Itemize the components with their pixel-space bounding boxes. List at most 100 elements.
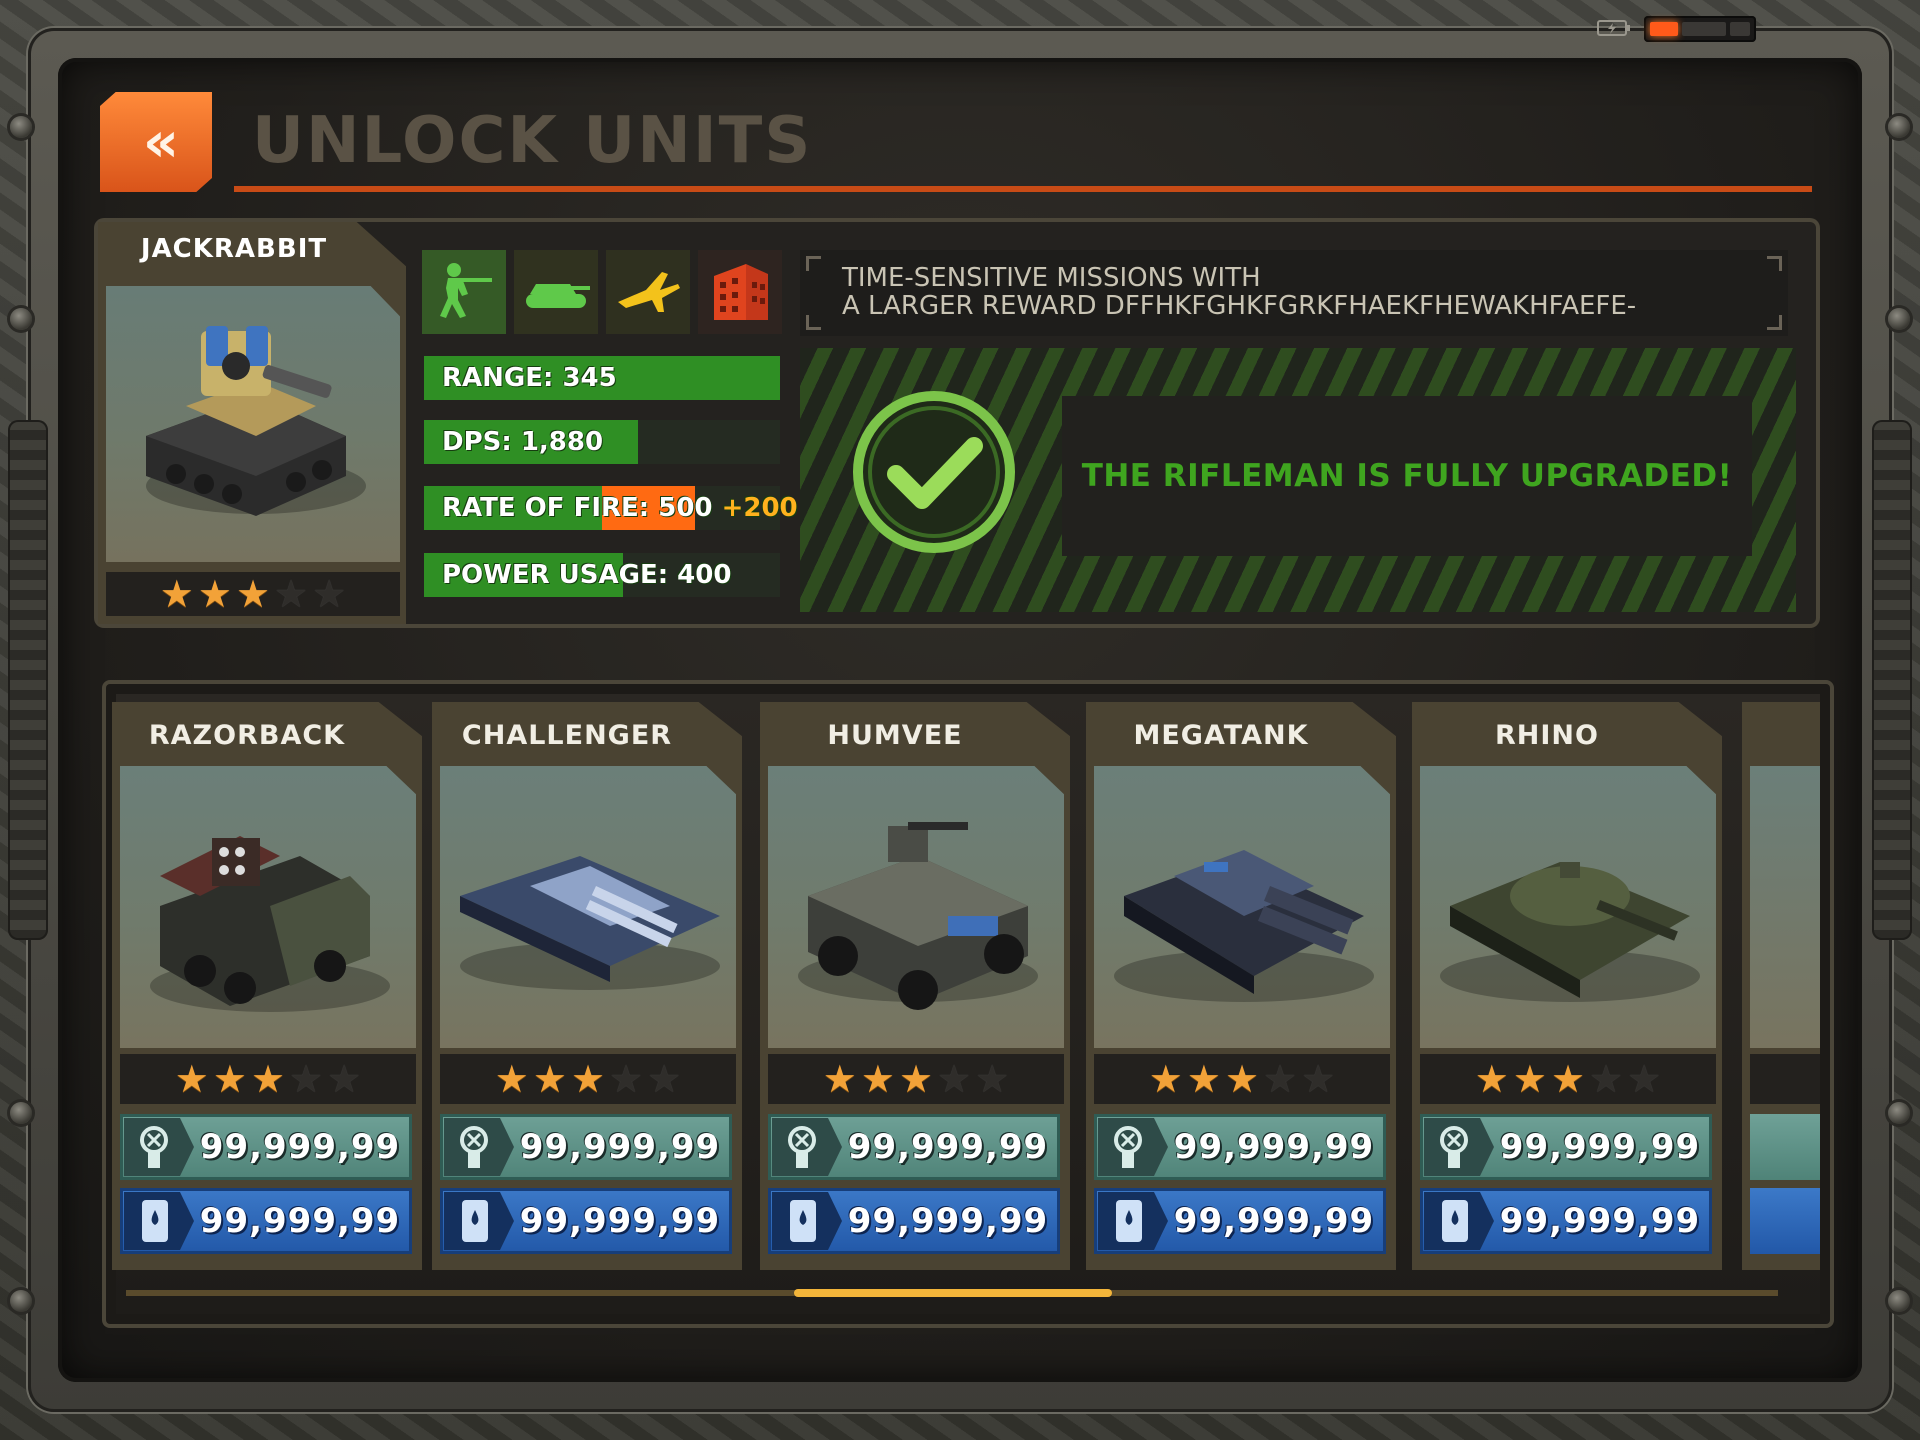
supply-cost-value: 99,999,99 [1173,1127,1375,1167]
supply-cost-value: 99,999,99 [199,1127,401,1167]
infantry-icon[interactable] [422,250,506,334]
unit-name: HUMVEE [827,720,963,751]
turret-vehicle-illustration [146,326,366,516]
star-empty-icon: ★ [1301,1057,1336,1101]
hover-tank-illustration [460,856,720,990]
supply-cost[interactable]: 99,999,99 [120,1114,412,1180]
left-grill [8,420,48,940]
battery-cell [1650,22,1678,36]
stat-label: DPS: 1,880 [442,427,604,457]
unit-description: TIME-SENSITIVE MISSIONS WITH A LARGER RE… [842,264,1636,320]
megatank-illustration [1114,850,1374,1002]
supply-cost[interactable]: 99,999,99 [440,1114,732,1180]
star-empty-icon: ★ [289,1057,324,1101]
supply-cost[interactable]: 99,999,99 [1420,1114,1712,1180]
supply-cost-value: 99,999,99 [847,1127,1049,1167]
plug-icon [1597,20,1630,36]
building-icon[interactable] [698,250,782,334]
back-button[interactable]: « [100,92,212,192]
tank-icon[interactable] [514,250,598,334]
unit-card-rhino[interactable]: RHINO ★ ★ ★ ★ ★ 99,999,99 99,999,99 [1412,702,1722,1270]
star-filled-icon: ★ [1474,1057,1509,1101]
oil-barrel-icon [1424,1192,1494,1250]
featured-star-rating: ★ ★ ★ ★ ★ [106,572,400,616]
scroll-thumb[interactable] [794,1289,1112,1297]
oil-barrel-icon [444,1192,514,1250]
stat-label: POWER USAGE: 400 [442,560,732,590]
star-empty-icon: ★ [937,1057,972,1101]
unit-star-rating: ★ ★ ★ ★ ★ [1094,1054,1390,1104]
stat-rate-of-fire: RATE OF FIRE: 500 +200 [424,486,798,530]
star-filled-icon: ★ [1224,1057,1260,1101]
bolt [1888,116,1910,138]
unit-card-challenger[interactable]: CHALLENGER ★ ★ ★ ★ ★ 99,999,99 99,999,99 [432,702,742,1270]
oil-cost[interactable]: 99,999,99 [1094,1188,1386,1254]
unit-image [120,766,416,1048]
star-filled-icon: ★ [212,1057,247,1101]
rhino-tank-illustration [1440,862,1700,1002]
unit-image [1750,766,1820,1048]
oil-cost [1750,1188,1820,1254]
wrench-bolt-icon [124,1118,194,1176]
stat-bonus: +200 [721,493,798,523]
unit-card-humvee[interactable]: HUMVEE ★ ★ ★ ★ ★ 99,999,99 99,999,99 [760,702,1070,1270]
oil-barrel-icon [124,1192,194,1250]
star-filled-icon: ★ [1148,1057,1183,1101]
unit-card-razorback[interactable]: RAZORBACK ★ ★ ★ ★ ★ 99,999,99 99,999,99 [112,702,422,1270]
description-line: A LARGER REWARD DFFHKFGHKFGRKFHAEKFHEWAK… [842,291,1637,321]
supply-cost-value: 99,999,99 [1499,1127,1701,1167]
unit-name: RAZORBACK [148,720,346,751]
oil-cost[interactable]: 99,999,99 [120,1188,412,1254]
description-line: TIME-SENSITIVE MISSIONS WITH [842,263,1261,293]
stat-label-text: RATE OF FIRE: 500 [442,493,713,523]
stat-dps: DPS: 1,880 [424,420,780,464]
oil-barrel-icon [772,1192,842,1250]
stat-range: RANGE: 345 [424,356,780,400]
star-filled-icon: ★ [235,572,271,616]
oil-cost[interactable]: 99,999,99 [440,1188,732,1254]
page-title: UNLOCK UNITS [252,104,813,178]
featured-unit-name: JACKRABBIT [140,234,328,264]
wrench-bolt-icon [772,1118,842,1176]
double-chevron-left-icon: « [142,109,179,175]
stat-power-usage: POWER USAGE: 400 [424,553,780,597]
star-filled-icon: ★ [898,1057,934,1101]
right-grill [1872,420,1912,940]
unit-star-rating: ★ ★ ★ ★ ★ [440,1054,736,1104]
star-empty-icon: ★ [1263,1057,1298,1101]
star-filled-icon: ★ [570,1057,606,1101]
supply-cost[interactable]: 99,999,99 [1094,1114,1386,1180]
unit-image [1094,766,1390,1048]
star-empty-icon: ★ [975,1057,1010,1101]
oil-cost[interactable]: 99,999,99 [1420,1188,1712,1254]
oil-cost[interactable]: 99,999,99 [768,1188,1060,1254]
upgrade-message: THE RIFLEMAN IS FULLY UPGRADED! [1081,458,1733,494]
bolt [10,1102,32,1124]
title-underline [234,186,1812,192]
star-empty-icon: ★ [1627,1057,1662,1101]
star-filled-icon: ★ [1186,1057,1221,1101]
star-filled-icon: ★ [197,572,232,616]
unit-image [1420,766,1716,1048]
bolt [1888,1290,1910,1312]
stat-label: RANGE: 345 [442,363,617,393]
supply-cost-value: 99,999,99 [519,1127,721,1167]
unit-card-partial[interactable] [1742,702,1820,1270]
star-filled-icon: ★ [532,1057,567,1101]
featured-unit-image [106,286,400,562]
jet-icon[interactable] [606,250,690,334]
oil-cost-value: 99,999,99 [519,1201,721,1241]
unit-card-megatank[interactable]: MEGATANK ★ ★ ★ ★ ★ 99,999,99 99,999,99 [1086,702,1396,1270]
star-empty-icon: ★ [312,572,347,616]
bolt [1888,308,1910,330]
unit-image [768,766,1064,1048]
star-filled-icon: ★ [1550,1057,1586,1101]
bolt [10,1290,32,1312]
supply-cost[interactable]: 99,999,99 [768,1114,1060,1180]
checkmark-icon [853,391,1015,553]
oil-cost-value: 99,999,99 [847,1201,1049,1241]
battery-indicator [1644,16,1756,42]
star-empty-icon: ★ [609,1057,644,1101]
star-empty-icon: ★ [274,572,309,616]
battery-cell [1730,22,1750,36]
